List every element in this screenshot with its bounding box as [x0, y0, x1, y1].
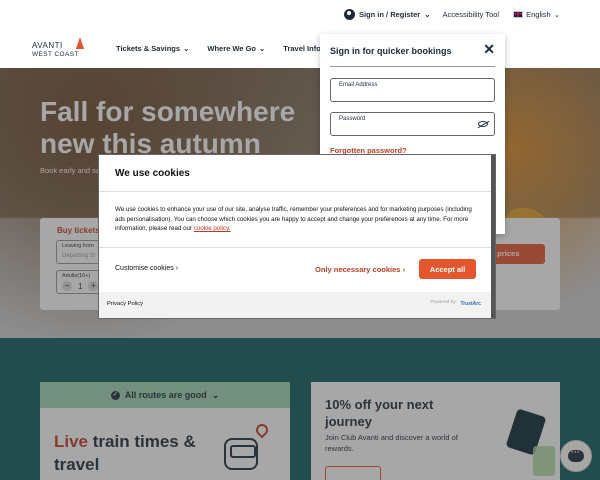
chevron-down-icon: ⌄ — [183, 43, 190, 53]
chevron-down-icon: ⌄ — [553, 9, 560, 19]
chevron-down-icon: ⌄ — [258, 43, 266, 53]
forgotten-password-link[interactable]: Forgotten password? — [330, 146, 407, 155]
logo-line-2: WEST COAST — [32, 51, 79, 58]
logo-line-1: AVANTI — [32, 41, 63, 50]
password-field[interactable]: Password — [330, 112, 495, 136]
nav-item-travel-info[interactable]: Travel Info — [283, 44, 321, 53]
cookie-dialog-title: We use cookies — [115, 168, 190, 179]
email-field[interactable]: Email Address — [330, 78, 495, 102]
privacy-policy-link[interactable]: Privacy Policy — [107, 301, 143, 307]
signin-register-label: Sign in / Register — [358, 9, 421, 19]
user-icon — [343, 8, 355, 20]
nav-item-label: Tickets & Savings — [116, 43, 181, 53]
only-necessary-label: Only necessary cookies — [315, 265, 401, 274]
main-nav: AVANTI WEST COAST Tickets & Savings ⌄ Wh… — [0, 28, 600, 68]
cookie-description: We use cookies to enhance your use of ou… — [115, 205, 480, 234]
divider — [99, 247, 491, 248]
cookie-dialog: We use cookies We use cookies to enhance… — [99, 155, 495, 318]
language-label: English — [526, 9, 551, 19]
email-label: Email Address — [339, 82, 378, 88]
divider — [99, 191, 491, 192]
close-icon[interactable]: ✕ — [483, 42, 495, 56]
only-necessary-cookies-link[interactable]: Only necessary cookies › — [315, 265, 405, 274]
nav-item-tickets-savings[interactable]: Tickets & Savings ⌄ — [116, 44, 189, 53]
customise-cookies-link[interactable]: Customise cookies › — [115, 265, 178, 272]
language-selector[interactable]: English ⌄ — [513, 10, 560, 19]
accept-all-button[interactable]: Accept all — [419, 259, 476, 279]
logo-mark-icon — [76, 37, 84, 49]
nav-item-where-we-go[interactable]: Where We Go ⌄ — [207, 44, 265, 53]
chevron-right-icon: › — [175, 265, 179, 272]
customise-cookies-label: Customise cookies — [115, 265, 174, 272]
eye-off-icon[interactable] — [478, 121, 488, 127]
divider — [330, 66, 495, 67]
signin-register-link[interactable]: Sign in / Register ⌄ — [343, 8, 431, 20]
nav-item-label: Travel Info — [283, 43, 321, 53]
cookie-policy-link[interactable]: cookie policy. — [194, 225, 231, 232]
powered-by-label: Powered by: — [430, 300, 457, 305]
signin-panel-title: Sign in for quicker bookings — [330, 46, 452, 56]
chevron-down-icon: ⌄ — [424, 9, 431, 19]
cookie-description-text: We use cookies to enhance your use of ou… — [115, 206, 472, 232]
utility-bar: Sign in / Register ⌄ Accessibility Tool … — [0, 0, 600, 28]
nav-item-label: Where We Go — [207, 43, 256, 53]
accessibility-tool-link[interactable]: Accessibility Tool — [443, 10, 500, 19]
avanti-logo[interactable]: AVANTI WEST COAST — [32, 34, 92, 62]
chevron-right-icon: › — [402, 265, 406, 274]
password-label: Password — [339, 116, 366, 122]
cookie-dialog-footer: Privacy Policy Powered by: TrustArc — [99, 292, 491, 318]
uk-flag-icon — [513, 10, 524, 18]
trustarc-logo: TrustArc — [460, 301, 481, 307]
